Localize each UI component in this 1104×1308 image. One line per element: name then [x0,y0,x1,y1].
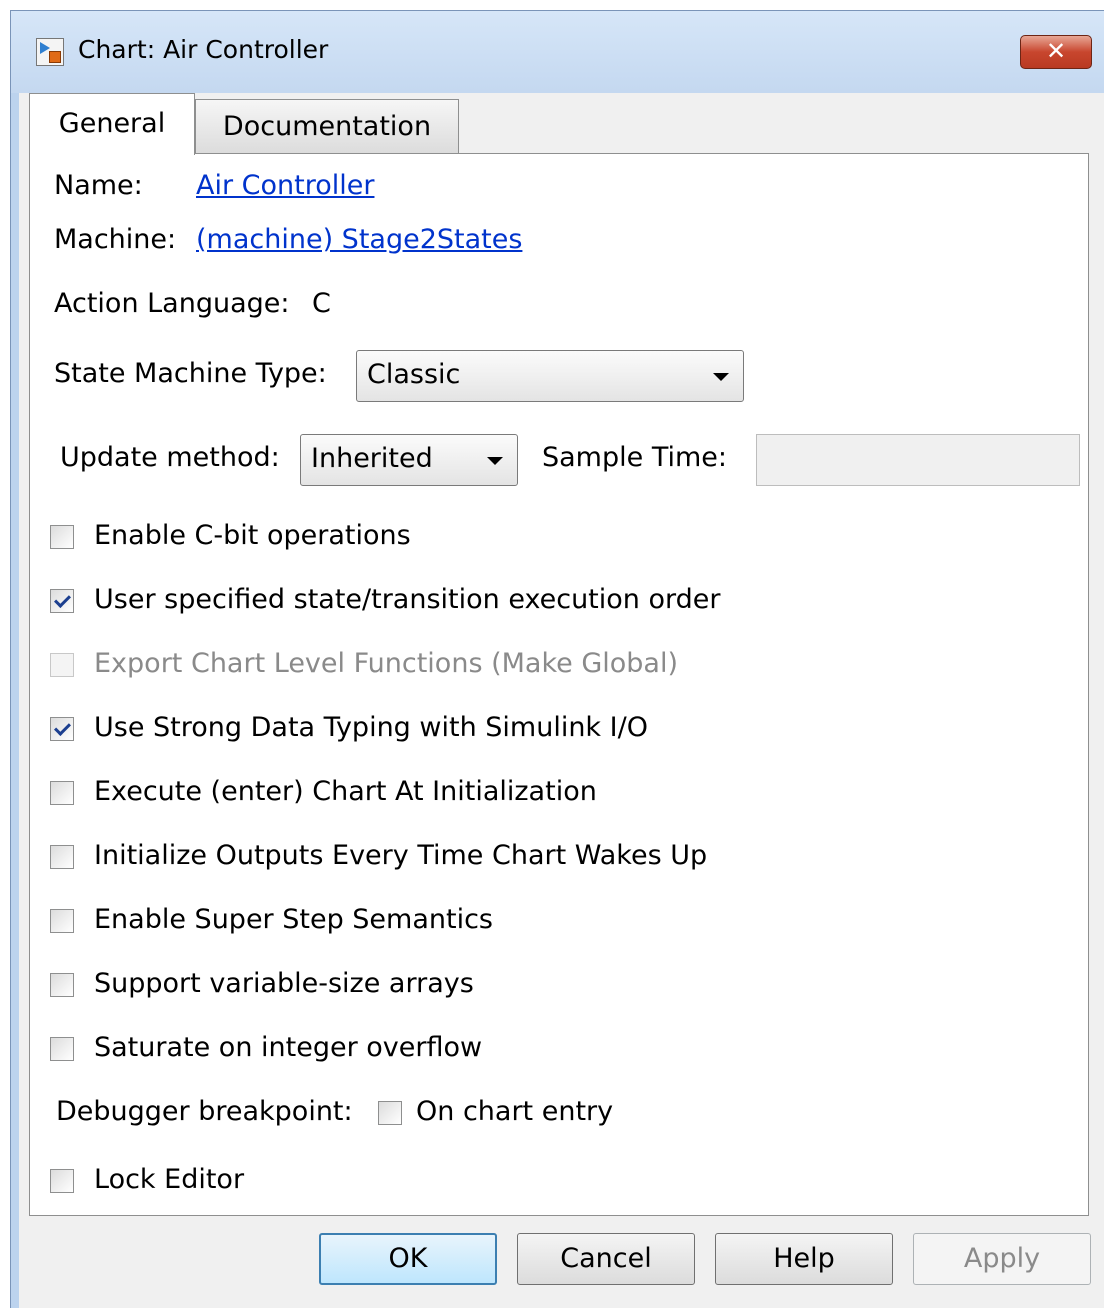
enable-c-bit-operations-label: Enable C-bit operations [94,520,411,551]
use-strong-data-typing-checkbox[interactable] [50,717,74,741]
apply-button[interactable]: Apply [913,1233,1091,1285]
initialize-outputs-every-time-checkbox[interactable] [50,845,74,869]
close-button[interactable]: ✕ [1020,35,1092,69]
action-language-value: C [312,288,331,319]
saturate-on-integer-overflow-label: Saturate on integer overflow [94,1032,483,1063]
tab-documentation[interactable]: Documentation [195,99,459,153]
initialize-outputs-every-time-label: Initialize Outputs Every Time Chart Wake… [94,840,708,871]
on-chart-entry-checkbox[interactable] [378,1101,402,1125]
update-method-label: Update method: [60,442,280,473]
debugger-breakpoint-label: Debugger breakpoint: [56,1096,353,1127]
machine-link[interactable]: (machine) Stage2States [196,224,522,255]
user-specified-execution-order-label: User specified state/transition executio… [94,584,721,615]
help-button[interactable]: Help [715,1233,893,1285]
state-machine-type-value: Classic [367,359,461,390]
execute-chart-at-initialization-checkbox[interactable] [50,781,74,805]
enable-super-step-semantics-label: Enable Super Step Semantics [94,904,494,935]
title-bar: Chart: Air Controller ✕ [11,11,1104,93]
dialog-client-area: General Documentation Name: Air Controll… [19,93,1104,1308]
export-chart-level-functions-checkbox[interactable] [50,653,74,677]
support-variable-size-arrays-label: Support variable-size arrays [94,968,474,999]
on-chart-entry-label: On chart entry [416,1096,614,1127]
ok-button[interactable]: OK [319,1233,497,1285]
use-strong-data-typing-label: Use Strong Data Typing with Simulink I/O [94,712,648,743]
enable-c-bit-operations-checkbox[interactable] [50,525,74,549]
user-specified-execution-order-checkbox[interactable] [50,589,74,613]
enable-super-step-semantics-checkbox[interactable] [50,909,74,933]
cancel-button[interactable]: Cancel [517,1233,695,1285]
machine-label: Machine: [54,224,177,255]
support-variable-size-arrays-checkbox[interactable] [50,973,74,997]
state-machine-type-dropdown[interactable]: Classic [356,350,744,402]
update-method-value: Inherited [311,443,433,474]
tab-general[interactable]: General [29,93,195,155]
window-title: Chart: Air Controller [78,35,329,64]
lock-editor-checkbox[interactable] [50,1169,74,1193]
chevron-down-icon [713,373,729,381]
general-tab-panel: Name: Air Controller Machine: (machine) … [29,153,1089,1216]
sample-time-input[interactable] [756,434,1080,486]
saturate-on-integer-overflow-checkbox[interactable] [50,1037,74,1061]
lock-editor-label: Lock Editor [94,1164,245,1195]
chevron-down-icon [487,457,503,465]
action-language-label: Action Language: [54,288,290,319]
close-icon: ✕ [1045,37,1067,65]
chart-properties-dialog: Chart: Air Controller ✕ General Document… [10,10,1104,1308]
sample-time-label: Sample Time: [542,442,727,473]
chart-app-icon [36,38,64,66]
state-machine-type-label: State Machine Type: [54,358,327,389]
update-method-dropdown[interactable]: Inherited [300,434,518,486]
name-link[interactable]: Air Controller [196,170,374,201]
name-label: Name: [54,170,143,201]
execute-chart-at-initialization-label: Execute (enter) Chart At Initialization [94,776,597,807]
export-chart-level-functions-label: Export Chart Level Functions (Make Globa… [94,648,678,679]
